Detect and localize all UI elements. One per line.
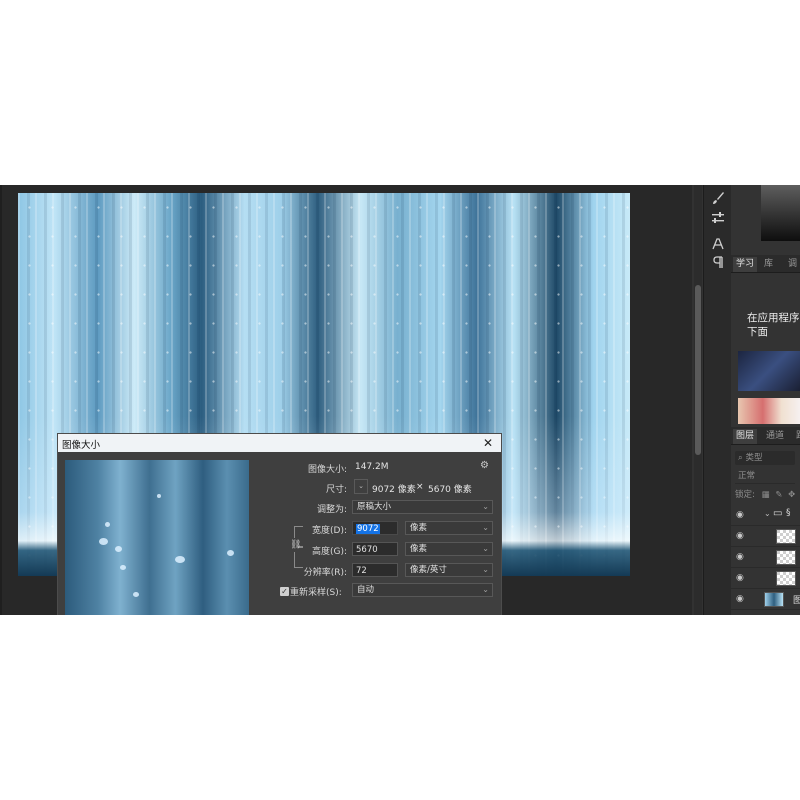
dimensions-width: 9072 像素 [372,485,416,495]
adjust-tool-icon[interactable] [709,211,727,227]
fit-to-label: 调整为: [316,505,347,515]
layer-row[interactable]: ◉ [731,568,800,589]
width-unit: 像素 [410,523,428,533]
dimensions-dropdown-icon[interactable]: ⌄ [354,479,368,494]
search-icon: ⌕ [738,453,743,463]
dialog-title: 图像大小 [62,440,101,451]
image-preview[interactable] [65,460,249,615]
fit-to-select[interactable]: 原稿大小 ⌄ [352,500,493,514]
resample-value: 自动 [357,585,375,595]
tab-learn[interactable]: 学习 [733,257,758,272]
tab-paths[interactable]: 路 [793,429,800,444]
preview-droplet [115,546,122,552]
lock-label: 锁定: [735,490,755,500]
layer-thumbnail [776,550,796,565]
preview-droplet [120,565,126,570]
resolution-label: 分辨率(R): [303,568,347,578]
scrollbar-thumb[interactable] [695,285,701,455]
filter-placeholder: 类型 [745,453,763,463]
chevron-down-icon: ⌄ [482,565,489,574]
blend-mode-value: 正常 [738,471,756,481]
chevron-down-icon: ⌄ [482,544,489,553]
layers-tabs: 图层 通道 路 [731,427,800,445]
tab-libraries[interactable]: 库 [761,257,776,272]
chain-link-icon[interactable]: ⛓ [290,538,301,552]
visibility-eye-icon[interactable]: ◉ [736,510,744,520]
chevron-down-icon[interactable]: ⌄ [764,509,771,518]
brush-tool-icon[interactable] [709,191,727,207]
tab-channels[interactable]: 通道 [763,429,787,444]
preview-droplet [175,556,185,563]
fit-to-value: 原稿大小 [357,502,392,512]
layer-name: 图 [793,596,800,606]
height-label: 高度(G): [311,547,347,557]
layer-row[interactable]: ◉ [731,526,800,547]
height-unit: 像素 [410,544,428,554]
tab-layers[interactable]: 图层 [733,429,758,444]
dimensions-height: 5670 像素 [428,485,472,495]
layer-row[interactable]: ◉ [731,547,800,568]
preview-droplet [105,522,110,527]
image-size-value: 147.2M [355,462,389,472]
width-label: 宽度(D): [312,526,347,536]
layer-filter-input[interactable]: ⌕ 类型 [735,451,795,465]
learn-heading: 在应用程序 下面 [747,312,800,338]
layer-row-group[interactable]: ◉ ⌄ ▭ § [731,505,800,526]
dialog-titlebar[interactable]: 图像大小 ✕ [58,434,501,452]
close-icon[interactable]: ✕ [481,435,495,451]
resample-checkbox[interactable]: ✓ [280,587,289,596]
height-input[interactable]: 5670 [352,542,398,556]
preview-droplet [133,592,139,597]
lock-row: 锁定: ▦ ✎ ✥ [735,488,800,502]
character-tool-icon[interactable] [709,237,727,253]
layer-thumbnail [764,592,784,607]
image-size-label: 图像大小: [307,465,347,475]
learn-tabs: 学习 库 调 [731,255,800,273]
link-icon: § [786,508,791,518]
preview-droplet [99,538,108,545]
right-panels: 学习 库 调 在应用程序 下面 图层 通道 路 ⌕ 类型 正常 锁定: ▦ ✎ … [731,185,800,615]
preview-droplet [157,494,161,498]
layer-row[interactable]: ◉ 图 [731,589,800,610]
preview-droplet [227,550,234,556]
color-swatch-preview[interactable] [761,185,800,241]
lock-transparent-icon[interactable]: ▦ [762,490,770,500]
image-size-dialog: 图像大小 ✕ 图像大小: 147.2M ⚙ 尺寸: ⌄ 9072 像素 × 56… [57,433,502,615]
height-value: 5670 [356,545,378,555]
dimensions-label: 尺寸: [325,485,347,495]
resolution-input[interactable]: 72 [352,563,398,577]
lock-pixels-icon[interactable]: ✎ [775,490,782,500]
vertical-scrollbar[interactable] [694,185,702,615]
blend-mode-select[interactable]: 正常 [735,470,795,484]
visibility-eye-icon[interactable]: ◉ [736,552,744,562]
width-unit-select[interactable]: 像素 ⌄ [405,521,493,535]
visibility-eye-icon[interactable]: ◉ [736,531,744,541]
resolution-unit-select[interactable]: 像素/英寸 ⌄ [405,563,493,577]
width-value: 9072 [356,524,380,534]
dimensions-times: × [416,482,424,492]
resolution-value: 72 [356,566,367,576]
chevron-down-icon: ⌄ [482,502,489,511]
chevron-down-icon: ⌄ [482,523,489,532]
visibility-eye-icon[interactable]: ◉ [736,573,744,583]
width-input[interactable]: 9072 [352,521,398,535]
resample-label: 重新采样(S): [290,588,342,598]
resolution-unit: 像素/英寸 [410,565,447,575]
paragraph-tool-icon[interactable] [709,255,727,271]
height-unit-select[interactable]: 像素 ⌄ [405,542,493,556]
gear-icon[interactable]: ⚙ [480,460,489,471]
resample-select[interactable]: 自动 ⌄ [352,583,493,597]
visibility-eye-icon[interactable]: ◉ [736,594,744,604]
tab-adjustments[interactable]: 调 [785,257,800,272]
chevron-down-icon: ⌄ [482,585,489,594]
layer-thumbnail [776,571,796,586]
tutorial-thumbnail[interactable] [738,351,800,391]
folder-icon: ▭ [773,508,783,519]
lock-position-icon[interactable]: ✥ [788,490,795,500]
tutorial-thumbnail[interactable] [738,398,800,424]
panel-toolstrip [703,185,731,615]
photoshop-window: 学习 库 调 在应用程序 下面 图层 通道 路 ⌕ 类型 正常 锁定: ▦ ✎ … [0,185,800,615]
layer-thumbnail [776,529,796,544]
